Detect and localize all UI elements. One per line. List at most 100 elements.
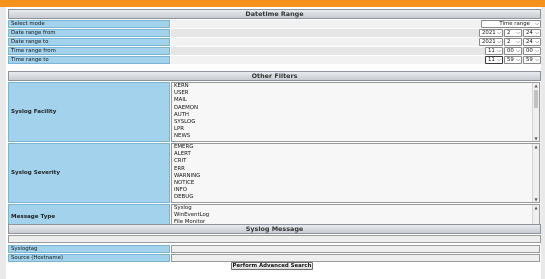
top-accent-bar [0,0,545,7]
list-item[interactable]: KERN [172,83,539,90]
list-item[interactable]: LPR [172,126,539,133]
time-to-row: Time range to 11 ⌵ 59 ⌵ 59 ⌵ [8,56,541,64]
select-mode-cell: Time range ⌵ [171,20,541,28]
date-to-row: Date range to 2021 ⌵ 2 ⌵ 24 ⌵ [8,38,541,46]
chevron-down-icon: ⌵ [516,48,520,54]
chevron-down-icon: ⌵ [497,30,501,36]
syslog-facility-cell: KERN USER MAIL DAEMON AUTH SYSLOG LPR NE… [171,82,541,142]
chevron-down-icon: ⌵ [535,48,539,54]
select-mode-value: Time range [499,21,530,27]
scrollbar-thumb[interactable] [534,90,538,108]
time-from-second-value: 00 [526,48,533,54]
time-from-second-select[interactable]: 00 ⌵ [523,47,541,55]
scroll-up-icon[interactable]: ▲ [533,83,539,88]
time-from-label: Time range from [8,47,170,55]
date-to-month-select[interactable]: 2 ⌵ [504,38,522,46]
time-to-cell: 11 ⌵ 59 ⌵ 59 ⌵ [171,56,541,64]
list-item[interactable]: EMERG [172,144,539,151]
date-from-year-select[interactable]: 2021 ⌵ [479,29,503,37]
chevron-down-icon: ⌵ [497,39,501,45]
syslogtag-row: Syslogtag [8,245,541,253]
date-to-day-select[interactable]: 24 ⌵ [523,38,541,46]
syslog-facility-label: Syslog Facility [8,82,170,142]
time-to-minute-select[interactable]: 59 ⌵ [504,56,522,64]
chevron-down-icon: ⌵ [516,57,520,63]
time-from-hour-select[interactable]: 11 ⌵ [485,47,503,55]
date-from-day-value: 24 [526,30,533,36]
list-item[interactable]: Syslog [172,205,539,212]
list-item[interactable]: DEBUG [172,194,539,201]
time-to-second-select[interactable]: 59 ⌵ [523,56,541,64]
list-item[interactable]: NEWS [172,133,539,140]
scroll-up-icon[interactable]: ▲ [533,205,539,210]
date-from-row: Date range from 2021 ⌵ 2 ⌵ 24 ⌵ [8,29,541,37]
list-item[interactable]: ALERT [172,151,539,158]
date-from-cell: 2021 ⌵ 2 ⌵ 24 ⌵ [171,29,541,37]
chevron-down-icon: ⌵ [497,57,501,63]
source-hostname-input[interactable] [171,254,540,262]
scroll-up-icon[interactable]: ▲ [533,144,539,149]
date-to-day-value: 24 [526,39,533,45]
chevron-down-icon: ⌵ [497,48,501,54]
advanced-search-form: Datetime Range Select mode Time range ⌵ … [8,9,541,279]
section-datetime-range-title: Datetime Range [8,9,541,19]
date-from-month-select[interactable]: 2 ⌵ [504,29,522,37]
select-mode-row: Select mode Time range ⌵ [8,20,541,28]
chevron-down-icon: ⌵ [535,30,539,36]
right-gutter [541,7,545,279]
list-item[interactable]: CRIT [172,158,539,165]
chevron-down-icon: ⌵ [535,21,539,27]
select-mode-dropdown[interactable]: Time range ⌵ [481,20,541,28]
time-to-hour-value: 11 [488,57,495,63]
perform-advanced-search-button[interactable]: Perform Advanced Search [231,262,313,270]
syslog-severity-listbox[interactable]: EMERG ALERT CRIT ERR WARNING NOTICE INFO… [171,143,540,203]
time-from-minute-value: 00 [507,48,514,54]
scroll-down-icon[interactable]: ▼ [533,136,539,141]
list-item[interactable]: ERR [172,166,539,173]
time-to-hour-select[interactable]: 11 ⌵ [485,56,503,64]
syslogtag-cell [171,245,541,253]
list-item[interactable]: WinEventLog [172,212,539,219]
syslog-severity-row: Syslog Severity EMERG ALERT CRIT ERR WAR… [8,143,541,203]
scroll-down-icon[interactable]: ▼ [533,197,539,202]
list-item[interactable]: INFO [172,187,539,194]
list-item[interactable]: MAIL [172,97,539,104]
date-to-year-value: 2021 [482,39,496,45]
date-to-cell: 2021 ⌵ 2 ⌵ 24 ⌵ [171,38,541,46]
time-from-minute-select[interactable]: 00 ⌵ [504,47,522,55]
list-item[interactable]: AUTH [172,112,539,119]
time-to-second-value: 59 [526,57,533,63]
date-from-label: Date range from [8,29,170,37]
syslog-severity-label: Syslog Severity [8,143,170,203]
date-to-label: Date range to [8,38,170,46]
date-to-year-select[interactable]: 2021 ⌵ [479,38,503,46]
source-hostname-cell [171,254,541,262]
source-hostname-label: Source (Hostname) [8,254,170,262]
severity-scrollbar[interactable]: ▲ ▼ [532,144,539,202]
date-to-month-value: 2 [507,39,511,45]
date-from-day-select[interactable]: 24 ⌵ [523,29,541,37]
time-to-label: Time range to [8,56,170,64]
select-mode-label: Select mode [8,20,170,28]
time-from-hour-value: 11 [488,48,495,54]
list-item[interactable]: USER [172,90,539,97]
list-item[interactable]: DAEMON [172,105,539,112]
syslog-facility-row: Syslog Facility KERN USER MAIL DAEMON AU… [8,82,541,142]
facility-scrollbar[interactable]: ▲ ▼ [532,83,539,141]
syslogtag-label: Syslogtag [8,245,170,253]
list-item[interactable]: NOTICE [172,180,539,187]
list-item[interactable]: WARNING [172,173,539,180]
date-from-month-value: 2 [507,30,511,36]
time-from-row: Time range from 11 ⌵ 00 ⌵ 00 ⌵ [8,47,541,55]
time-from-cell: 11 ⌵ 00 ⌵ 00 ⌵ [171,47,541,55]
time-to-minute-value: 59 [507,57,514,63]
list-item[interactable]: SYSLOG [172,119,539,126]
source-hostname-row: Source (Hostname) [8,254,541,262]
syslogtag-input[interactable] [171,245,540,253]
chevron-down-icon: ⌵ [516,39,520,45]
syslog-facility-listbox[interactable]: KERN USER MAIL DAEMON AUTH SYSLOG LPR NE… [171,82,540,142]
syslog-message-input[interactable] [8,235,541,243]
section-other-filters-title: Other Filters [8,71,541,81]
section-syslog-message-title: Syslog Message [8,224,541,234]
syslog-severity-cell: EMERG ALERT CRIT ERR WARNING NOTICE INFO… [171,143,541,203]
